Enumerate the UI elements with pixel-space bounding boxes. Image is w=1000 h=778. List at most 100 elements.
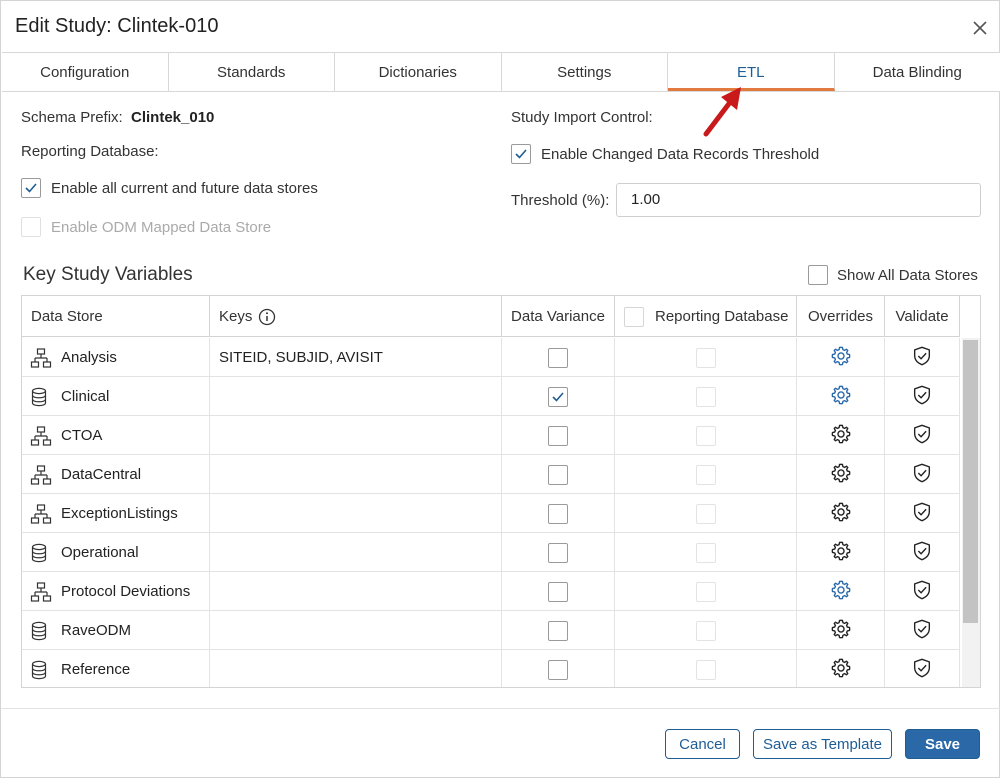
data-variance-checkbox[interactable] [548, 347, 568, 368]
data-variance-cell [502, 533, 615, 572]
data-store-cell: RaveODM [22, 611, 210, 650]
validate-cell [885, 572, 960, 611]
gear-icon[interactable] [830, 540, 852, 566]
reporting-database-checkbox[interactable] [696, 425, 716, 446]
grid-scrollbar-thumb[interactable] [963, 340, 978, 623]
table-row[interactable]: ExceptionListings [22, 494, 960, 533]
data-variance-checkbox[interactable] [548, 542, 568, 563]
data-store-name: CTOA [61, 427, 103, 444]
data-variance-checkbox[interactable] [548, 581, 568, 602]
column-header-data-store[interactable]: Data Store [22, 296, 210, 337]
reporting-database-checkbox[interactable] [696, 659, 716, 680]
data-variance-checkbox[interactable] [548, 620, 568, 641]
gear-icon[interactable] [830, 657, 852, 683]
data-variance-checkbox[interactable] [548, 464, 568, 485]
keys-cell[interactable] [210, 650, 502, 687]
reporting-database-checkbox[interactable] [696, 386, 716, 407]
tab-standards[interactable]: Standards [168, 53, 335, 91]
table-row[interactable]: RaveODM [22, 611, 960, 650]
column-header-data-variance[interactable]: Data Variance [502, 296, 615, 337]
column-header-reporting-database[interactable]: Reporting Database [615, 296, 797, 337]
save-as-template-button[interactable]: Save as Template [753, 729, 892, 759]
gear-icon[interactable] [830, 423, 852, 449]
shield-check-icon[interactable] [911, 501, 933, 527]
table-row[interactable]: Analysis SITEID, SUBJID, AVISIT [22, 338, 960, 377]
reporting-database-cell [615, 494, 797, 533]
reporting-database-header-checkbox[interactable] [624, 306, 644, 327]
tab-settings[interactable]: Settings [501, 53, 668, 91]
tab-bar: Configuration Standards Dictionaries Set… [2, 52, 1000, 92]
column-header-validate[interactable]: Validate [885, 296, 960, 337]
data-store-cell: Analysis [22, 338, 210, 377]
dialog-title: Edit Study: Clintek-010 [15, 15, 219, 37]
reporting-database-checkbox[interactable] [696, 620, 716, 641]
enable-all-checkbox[interactable] [21, 178, 41, 198]
keys-cell[interactable] [210, 377, 502, 416]
reporting-database-checkbox[interactable] [696, 347, 716, 368]
keys-cell[interactable] [210, 494, 502, 533]
database-icon [30, 386, 52, 408]
column-header-keys[interactable]: Keys [210, 296, 502, 337]
tab-configuration[interactable]: Configuration [2, 53, 169, 91]
close-icon[interactable] [967, 15, 993, 41]
threshold-input[interactable]: 1.00 [616, 183, 981, 217]
data-variance-checkbox[interactable] [548, 659, 568, 680]
shield-check-icon[interactable] [911, 618, 933, 644]
enable-odm-label: Enable ODM Mapped Data Store [51, 219, 272, 236]
gear-icon[interactable] [830, 462, 852, 488]
reporting-database-checkbox[interactable] [696, 464, 716, 485]
shield-check-icon[interactable] [911, 540, 933, 566]
keys-cell[interactable] [210, 611, 502, 650]
reporting-database-checkbox[interactable] [696, 503, 716, 524]
reporting-database-checkbox[interactable] [696, 581, 716, 602]
tab-data-blinding[interactable]: Data Blinding [834, 53, 1000, 91]
gear-icon[interactable] [830, 501, 852, 527]
column-header-overrides[interactable]: Overrides [797, 296, 885, 337]
enable-threshold-checkbox[interactable] [511, 144, 531, 164]
gear-icon[interactable] [830, 579, 852, 605]
table-row[interactable]: DataCentral [22, 455, 960, 494]
keys-cell[interactable] [210, 416, 502, 455]
shield-check-icon[interactable] [911, 462, 933, 488]
shield-check-icon[interactable] [911, 384, 933, 410]
study-import-control-label: Study Import Control: [511, 109, 653, 126]
validate-cell [885, 377, 960, 416]
show-all-data-stores-checkbox[interactable] [808, 265, 828, 285]
data-variance-checkbox[interactable] [548, 386, 568, 407]
tab-dictionaries[interactable]: Dictionaries [335, 53, 502, 91]
data-variance-cell [502, 455, 615, 494]
data-store-name: Protocol Deviations [61, 583, 191, 600]
shield-check-icon[interactable] [911, 423, 933, 449]
data-variance-checkbox[interactable] [548, 503, 568, 524]
shield-check-icon[interactable] [911, 579, 933, 605]
gear-icon[interactable] [830, 345, 852, 371]
data-variance-cell [502, 650, 615, 687]
gear-icon[interactable] [830, 618, 852, 644]
info-icon[interactable] [258, 308, 276, 326]
tab-etl[interactable]: ETL [668, 53, 835, 91]
table-row[interactable]: Clinical [22, 377, 960, 416]
shield-check-icon[interactable] [911, 657, 933, 683]
reporting-database-checkbox[interactable] [696, 542, 716, 563]
enable-odm-checkbox[interactable] [21, 217, 41, 237]
keys-cell[interactable]: SITEID, SUBJID, AVISIT [210, 338, 502, 377]
validate-cell [885, 455, 960, 494]
data-store-cell: Clinical [22, 377, 210, 416]
hierarchy-icon [30, 581, 52, 603]
gear-icon[interactable] [830, 384, 852, 410]
table-row[interactable]: Protocol Deviations [22, 572, 960, 611]
data-store-name: Reference [61, 661, 131, 678]
keys-cell[interactable] [210, 533, 502, 572]
reporting-database-cell [615, 533, 797, 572]
keys-cell[interactable] [210, 572, 502, 611]
save-button[interactable]: Save [905, 729, 980, 759]
table-row[interactable]: Operational [22, 533, 960, 572]
shield-check-icon[interactable] [911, 345, 933, 371]
data-variance-cell [502, 416, 615, 455]
grid-header: Data Store Keys Data Variance Reporting … [22, 296, 960, 337]
data-variance-checkbox[interactable] [548, 425, 568, 446]
keys-cell[interactable] [210, 455, 502, 494]
cancel-button[interactable]: Cancel [665, 729, 740, 759]
table-row[interactable]: CTOA [22, 416, 960, 455]
table-row[interactable]: Reference [22, 650, 960, 687]
